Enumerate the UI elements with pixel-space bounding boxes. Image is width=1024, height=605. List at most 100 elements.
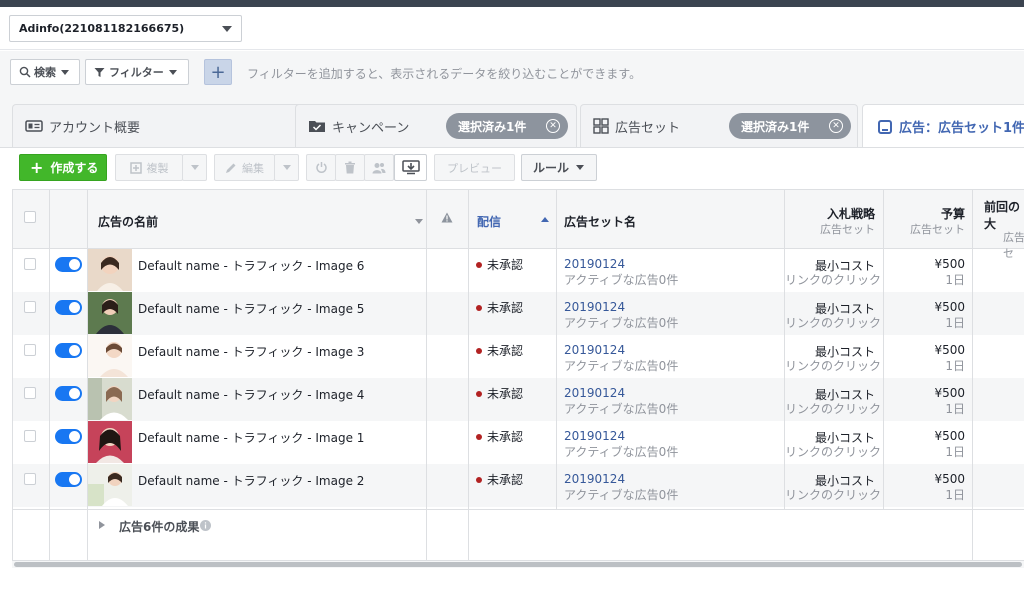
tab-adsets[interactable]: 広告セット 選択済み1件 ✕ bbox=[580, 104, 858, 147]
column-header-budget[interactable]: 予算 bbox=[885, 205, 965, 222]
account-selector[interactable]: Adinfo(221081182166675) bbox=[9, 15, 242, 42]
table-row[interactable]: Default name - トラフィック - Image 5 未承認 2019… bbox=[13, 292, 1024, 335]
add-filter-button[interactable]: + bbox=[204, 59, 232, 85]
close-icon[interactable]: ✕ bbox=[546, 119, 560, 133]
ad-name[interactable]: Default name - トラフィック - Image 4 bbox=[138, 386, 364, 403]
table-row[interactable]: Default name - トラフィック - Image 6 未承認 2019… bbox=[13, 249, 1024, 292]
action-toolbar: + 作成する 複製 編集 プレビュー ルール bbox=[0, 147, 1024, 189]
ad-name[interactable]: Default name - トラフィック - Image 6 bbox=[138, 257, 364, 274]
duplicate-label: 複製 bbox=[146, 161, 169, 175]
chevron-down-icon bbox=[168, 69, 177, 75]
row-checkbox[interactable] bbox=[24, 473, 36, 485]
filter-button[interactable]: フィルター bbox=[85, 59, 189, 85]
column-header-name[interactable]: 広告の名前 bbox=[98, 213, 158, 230]
ad-thumbnail[interactable] bbox=[88, 378, 132, 420]
search-icon bbox=[19, 66, 31, 78]
adset-link[interactable]: 20190124 bbox=[564, 386, 625, 400]
delivery-status: 未承認 bbox=[476, 428, 523, 445]
ad-thumbnail[interactable] bbox=[88, 292, 132, 334]
status-toggle[interactable] bbox=[55, 429, 82, 444]
adset-link[interactable]: 20190124 bbox=[564, 300, 625, 314]
status-toggle[interactable] bbox=[55, 343, 82, 358]
status-toggle[interactable] bbox=[55, 386, 82, 401]
close-icon[interactable]: ✕ bbox=[829, 119, 843, 133]
table-row[interactable]: Default name - トラフィック - Image 1 未承認 2019… bbox=[13, 421, 1024, 464]
delivery-status: 未承認 bbox=[476, 299, 523, 316]
search-button[interactable]: 検索 bbox=[10, 59, 80, 85]
bid-sub: リンクのクリック bbox=[785, 402, 882, 416]
row-checkbox[interactable] bbox=[24, 258, 36, 270]
column-header-adset[interactable]: 広告セット名 bbox=[564, 213, 636, 230]
folder-check-icon bbox=[308, 119, 326, 133]
tab-campaigns[interactable]: キャンペーン 選択済み1件 ✕ bbox=[295, 104, 577, 147]
column-header-budget-sub: 広告セット bbox=[910, 223, 965, 236]
adset-link[interactable]: 20190124 bbox=[564, 343, 625, 357]
duplicate-button[interactable]: 複製 bbox=[115, 154, 183, 181]
status-toggle[interactable] bbox=[55, 257, 82, 272]
table-row[interactable]: Default name - トラフィック - Image 4 未承認 2019… bbox=[13, 378, 1024, 421]
tab-account-overview[interactable]: アカウント概要 bbox=[12, 104, 302, 147]
select-all-checkbox[interactable] bbox=[24, 211, 36, 223]
level-tabs: アカウント概要 キャンペーン 選択済み1件 ✕ 広告セット 選択済み1件 ✕ 広… bbox=[0, 94, 1024, 148]
ad-thumbnail[interactable] bbox=[88, 464, 132, 506]
preview-button[interactable]: プレビュー bbox=[434, 154, 515, 181]
table-row[interactable]: Default name - トラフィック - Image 2 未承認 2019… bbox=[13, 464, 1024, 507]
edit-button[interactable]: 編集 bbox=[214, 154, 275, 181]
row-checkbox[interactable] bbox=[24, 344, 36, 356]
status-toggle[interactable] bbox=[55, 472, 82, 487]
tab-ads[interactable]: 広告：広告セット1件 bbox=[862, 104, 1024, 148]
adset-link[interactable]: 20190124 bbox=[564, 429, 625, 443]
status-toggle[interactable] bbox=[55, 300, 82, 315]
delete-button[interactable] bbox=[335, 154, 365, 181]
budget-sub: 1日 bbox=[945, 316, 965, 330]
audience-button[interactable] bbox=[364, 154, 394, 181]
ad-name[interactable]: Default name - トラフィック - Image 3 bbox=[138, 343, 364, 360]
bid-sub: リンクのクリック bbox=[785, 359, 882, 373]
bid-sub: リンクのクリック bbox=[785, 445, 882, 459]
ad-name[interactable]: Default name - トラフィック - Image 2 bbox=[138, 472, 364, 489]
warning-icon[interactable] bbox=[441, 212, 453, 223]
budget-value: ¥500 bbox=[934, 300, 965, 314]
duplicate-menu-button[interactable] bbox=[182, 154, 207, 181]
info-icon[interactable] bbox=[200, 520, 211, 531]
adset-sub: アクティブな広告0件 bbox=[564, 273, 679, 287]
caret-right-icon[interactable] bbox=[99, 521, 105, 529]
ad-preview-toggle-button[interactable] bbox=[394, 154, 427, 181]
campaign-selected-chip[interactable]: 選択済み1件 ✕ bbox=[446, 113, 568, 139]
adset-link[interactable]: 20190124 bbox=[564, 257, 625, 271]
create-button[interactable]: + 作成する bbox=[19, 154, 107, 181]
ad-name[interactable]: Default name - トラフィック - Image 1 bbox=[138, 429, 364, 446]
horizontal-scrollbar[interactable] bbox=[12, 560, 1024, 568]
adset-selected-chip[interactable]: 選択済み1件 ✕ bbox=[729, 113, 851, 139]
scrollbar-thumb[interactable] bbox=[14, 562, 1022, 567]
budget-sub: 1日 bbox=[945, 273, 965, 287]
row-checkbox[interactable] bbox=[24, 430, 36, 442]
rules-button[interactable]: ルール bbox=[521, 154, 597, 181]
budget-value: ¥500 bbox=[934, 472, 965, 486]
pencil-icon bbox=[226, 163, 236, 173]
budget-value: ¥500 bbox=[934, 429, 965, 443]
sort-caret-icon[interactable] bbox=[415, 219, 423, 224]
toggle-status-button[interactable] bbox=[306, 154, 336, 181]
chevron-down-icon bbox=[576, 165, 585, 170]
results-summary-row: 広告6件の成果 bbox=[13, 509, 1024, 559]
table-row[interactable]: Default name - トラフィック - Image 3 未承認 2019… bbox=[13, 335, 1024, 378]
budget-value: ¥500 bbox=[934, 343, 965, 357]
adset-link[interactable]: 20190124 bbox=[564, 472, 625, 486]
row-checkbox[interactable] bbox=[24, 301, 36, 313]
ad-thumbnail[interactable] bbox=[88, 335, 132, 377]
column-header-delivery[interactable]: 配信 bbox=[477, 213, 501, 230]
top-dark-bar bbox=[0, 0, 1024, 7]
results-summary-label[interactable]: 広告6件の成果 bbox=[119, 518, 199, 535]
plus-icon: + bbox=[210, 61, 226, 83]
sort-ascending-icon[interactable] bbox=[541, 216, 549, 222]
delivery-status: 未承認 bbox=[476, 342, 523, 359]
edit-menu-button[interactable] bbox=[274, 154, 299, 181]
row-checkbox[interactable] bbox=[24, 387, 36, 399]
ad-thumbnail[interactable] bbox=[88, 249, 132, 291]
ad-thumbnail[interactable] bbox=[88, 421, 132, 463]
column-header-previous[interactable]: 前回の大 bbox=[984, 198, 1024, 232]
delivery-status: 未承認 bbox=[476, 256, 523, 273]
column-header-bid[interactable]: 入札戦略 bbox=[785, 205, 875, 222]
ad-name[interactable]: Default name - トラフィック - Image 5 bbox=[138, 300, 364, 317]
